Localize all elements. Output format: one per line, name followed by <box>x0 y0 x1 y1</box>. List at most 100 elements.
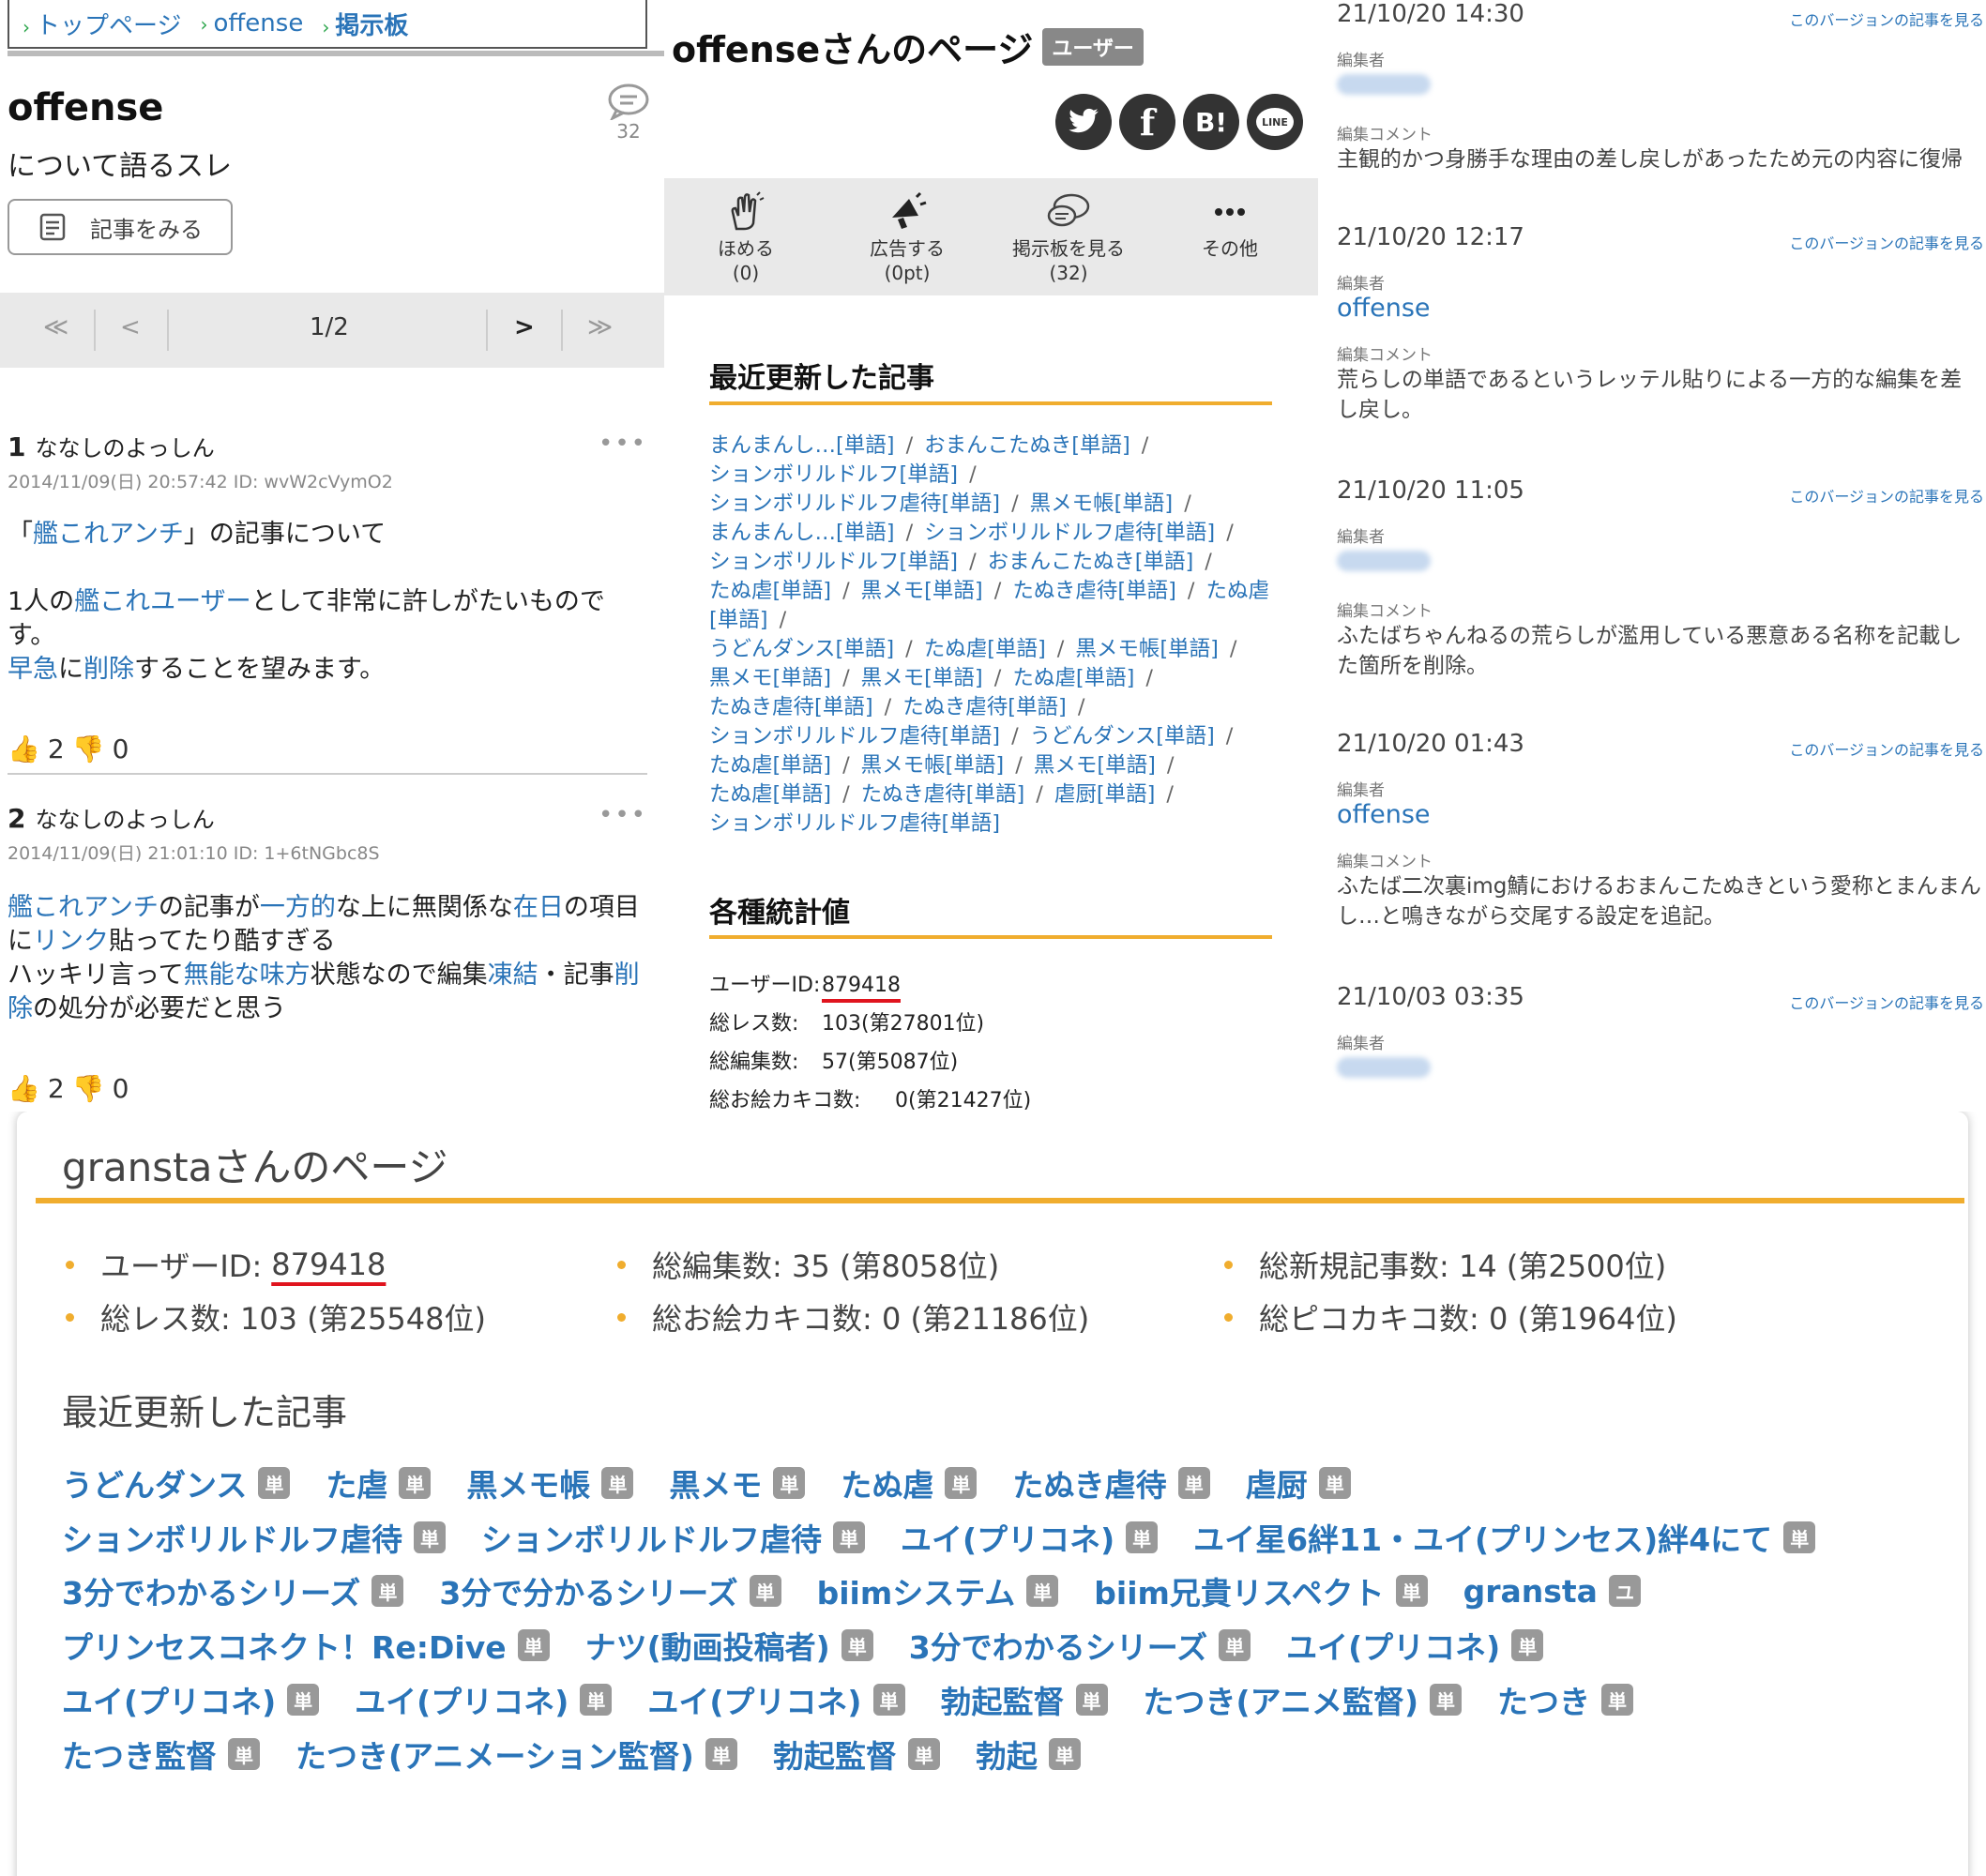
post-link[interactable]: 早急 <box>8 655 58 684</box>
article-tag[interactable]: たつき(アニメーション監督) 単 <box>296 1732 737 1777</box>
recent-article-link[interactable]: たぬき虐待[単語] <box>709 695 873 719</box>
article-tag[interactable]: ユイ(プリコネ) 単 <box>1286 1623 1544 1668</box>
breadcrumb-board[interactable]: › 掲示板 <box>322 7 408 41</box>
view-board-button[interactable]: 掲示板を見る (32) <box>998 191 1139 285</box>
recent-article-link[interactable]: おまんこたぬき[単語] <box>924 433 1130 458</box>
editor-name-blurred[interactable] <box>1337 551 1431 571</box>
facebook-icon[interactable]: f <box>1119 94 1175 150</box>
line-icon[interactable]: LINE <box>1247 94 1303 150</box>
recent-article-link[interactable]: 黒メモ帳[単語] <box>1075 637 1219 661</box>
post-link[interactable]: 除 <box>8 994 33 1023</box>
recent-article-link[interactable]: たぬ虐[単語] <box>709 753 831 778</box>
last-page-button[interactable]: ≫ <box>587 313 613 341</box>
article-tag[interactable]: 3分でわかるシリーズ単 <box>62 1568 404 1613</box>
prev-page-button[interactable]: < <box>120 313 141 341</box>
article-tag[interactable]: 3分でわかるシリーズ単 <box>909 1623 1251 1668</box>
article-tag[interactable]: たつき監督単 <box>62 1732 260 1777</box>
breadcrumb-offense[interactable]: › offense <box>200 9 303 38</box>
article-tag[interactable]: た虐単 <box>326 1460 432 1505</box>
recent-article-link[interactable]: 黒メモ[単語] <box>709 666 831 690</box>
article-tag[interactable]: たぬき虐待単 <box>1012 1460 1210 1505</box>
next-page-button[interactable]: > <box>514 313 535 341</box>
praise-button[interactable]: ほめる (0) <box>675 191 816 285</box>
article-tag[interactable]: たぬ虐単 <box>841 1460 978 1505</box>
article-tag[interactable]: 黒メモ単 <box>669 1460 806 1505</box>
more-options-icon[interactable]: ••• <box>599 430 647 458</box>
recent-article-link[interactable]: たぬき虐待[単語] <box>861 782 1025 807</box>
comment-count[interactable]: 32 <box>600 83 657 143</box>
post-link[interactable]: 削除 <box>83 655 134 684</box>
recent-article-link[interactable]: ションボリルドルフ虐待[単語] <box>709 724 1000 749</box>
hatena-bookmark-icon[interactable]: B! <box>1183 94 1239 150</box>
more-button[interactable]: その他 <box>1160 191 1300 261</box>
article-tag[interactable]: たつき単 <box>1497 1677 1634 1722</box>
article-tag[interactable]: biimシステム単 <box>817 1568 1059 1613</box>
first-page-button[interactable]: ≪ <box>43 313 68 341</box>
recent-article-link[interactable]: 黒メモ帳[単語] <box>861 753 1005 778</box>
post-link[interactable]: 艦これユーザー <box>74 587 250 616</box>
article-tag[interactable]: 勃起監督単 <box>773 1732 940 1777</box>
article-tag[interactable]: biim兄貴リスペクト単 <box>1094 1568 1428 1613</box>
article-tag[interactable]: 3分で分かるシリーズ単 <box>439 1568 781 1613</box>
recent-article-link[interactable]: ションボリルドルフ虐待[単語] <box>709 811 1000 836</box>
article-tag[interactable]: gransta ユ <box>1463 1573 1641 1610</box>
thumbs-down-icon[interactable]: 👎 <box>72 734 105 764</box>
post-link[interactable]: リンク <box>33 927 109 956</box>
thumbs-up-icon[interactable]: 👍 <box>8 734 40 764</box>
article-tag[interactable]: うどんダンス単 <box>62 1460 291 1505</box>
article-tag[interactable]: ションボリルドルフ虐待単 <box>481 1515 865 1560</box>
article-tag[interactable]: ションボリルドルフ虐待単 <box>62 1515 446 1560</box>
recent-article-link[interactable]: たぬ虐[単語] <box>709 579 831 603</box>
recent-article-link[interactable]: ションボリルドルフ虐待[単語] <box>924 521 1215 545</box>
article-tag[interactable]: ナツ(動画投稿者) 単 <box>585 1623 873 1668</box>
recent-article-link[interactable]: うどんダンス[単語] <box>709 637 894 661</box>
post-link[interactable]: 一方的 <box>260 893 336 922</box>
view-article-button[interactable]: 記事をみる <box>8 199 233 255</box>
recent-article-link[interactable]: たぬ虐[単語] <box>709 782 831 807</box>
article-tag[interactable]: 勃起単 <box>976 1732 1081 1777</box>
recent-article-link[interactable]: ションボリルドルフ[単語] <box>709 462 958 487</box>
recent-article-link[interactable]: 黒メモ帳[単語] <box>1030 492 1174 516</box>
thumbs-down-icon[interactable]: 👎 <box>72 1073 105 1104</box>
recent-article-link[interactable]: 黒メモ[単語] <box>861 579 983 603</box>
editor-name[interactable]: offense <box>1337 800 1984 829</box>
recent-article-link[interactable]: まんまんし…[単語] <box>709 521 895 545</box>
recent-article-link[interactable]: たぬき虐待[単語] <box>1012 579 1176 603</box>
article-tag[interactable]: ユイ星6絆11・ユイ(プリンセス)絆4にて単 <box>1193 1515 1816 1560</box>
thumbs-up-icon[interactable]: 👍 <box>8 1073 40 1104</box>
post-link[interactable]: 艦これアンチ <box>8 893 159 922</box>
post-link[interactable]: 凍結 <box>488 961 538 990</box>
twitter-icon[interactable] <box>1055 94 1112 150</box>
breadcrumb-top[interactable]: › トップページ <box>23 7 181 41</box>
recent-article-link[interactable]: 黒メモ[単語] <box>861 666 983 690</box>
editor-name-blurred[interactable] <box>1337 1057 1431 1078</box>
article-tag[interactable]: たつき(アニメ監督) 単 <box>1144 1677 1463 1722</box>
recent-article-link[interactable]: たぬ虐[単語] <box>1012 666 1134 690</box>
view-version-link[interactable]: このバージョンの記事を見る <box>1789 991 1984 1013</box>
post-link[interactable]: 削 <box>614 961 640 990</box>
article-tag[interactable]: ユイ(プリコネ) 単 <box>62 1677 320 1722</box>
article-tag[interactable]: 勃起監督単 <box>941 1677 1108 1722</box>
recent-article-link[interactable]: うどんダンス[単語] <box>1030 724 1215 749</box>
article-tag[interactable]: 黒メモ帳単 <box>466 1460 634 1505</box>
recent-article-link[interactable]: まんまんし…[単語] <box>709 433 895 458</box>
view-version-link[interactable]: このバージョンの記事を見る <box>1789 737 1984 760</box>
article-tag[interactable]: ユイ(プリコネ) 単 <box>901 1515 1159 1560</box>
recent-article-link[interactable]: たぬき虐待[単語] <box>902 695 1067 719</box>
post-link[interactable]: 在日 <box>513 893 564 922</box>
recent-article-link[interactable]: ションボリルドルフ虐待[単語] <box>709 492 1000 516</box>
recent-article-link[interactable]: 虐厨[単語] <box>1054 782 1156 807</box>
editor-name[interactable]: offense <box>1337 294 1984 323</box>
recent-article-link[interactable]: 黒メモ[単語] <box>1034 753 1156 778</box>
view-version-link[interactable]: このバージョンの記事を見る <box>1789 484 1984 507</box>
view-version-link[interactable]: このバージョンの記事を見る <box>1789 8 1984 30</box>
post-link[interactable]: 艦これアンチ <box>33 520 184 549</box>
post-link[interactable]: 無能な味方 <box>184 961 311 990</box>
article-tag[interactable]: 虐厨単 <box>1246 1460 1351 1505</box>
recent-article-link[interactable]: おまんこたぬき[単語] <box>988 550 1194 574</box>
more-options-icon[interactable]: ••• <box>599 801 647 829</box>
advertise-button[interactable]: 広告する (0pt) <box>837 191 978 285</box>
article-tag[interactable]: プリンセスコネクト！Re:Dive 単 <box>62 1623 550 1668</box>
recent-article-link[interactable]: たぬ虐[単語] <box>924 637 1046 661</box>
article-tag[interactable]: ユイ(プリコネ) 単 <box>355 1677 613 1722</box>
